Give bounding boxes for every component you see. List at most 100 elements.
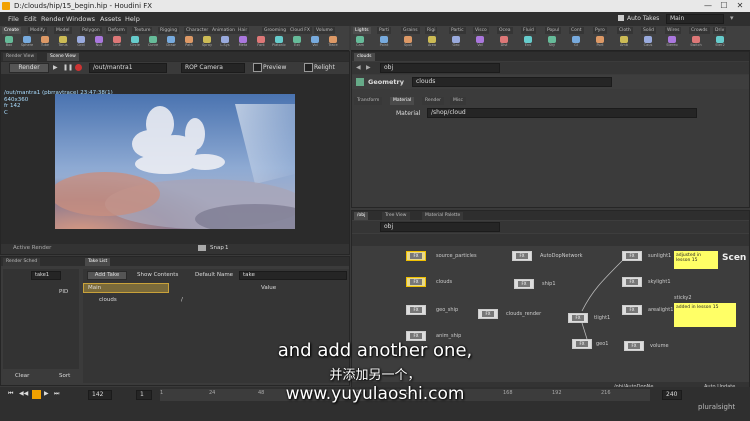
add-take-button[interactable]: Add Take: [87, 271, 127, 280]
menu-render[interactable]: Render: [41, 15, 64, 23]
node[interactable]: FX: [622, 277, 642, 287]
render-path-field[interactable]: /out/mantra1: [89, 63, 167, 73]
render-button[interactable]: Render: [9, 63, 49, 73]
shelf-tool[interactable]: Path: [182, 36, 196, 49]
shelf-tool[interactable]: Sphere: [20, 36, 34, 49]
shelf-tool[interactable]: Ext: [290, 36, 304, 49]
shelf-tab[interactable]: Pyro: [593, 27, 607, 34]
shelf-tool[interactable]: Draw: [164, 36, 178, 49]
shelf-tab[interactable]: Modify: [28, 27, 47, 34]
maximize-button[interactable]: ☐: [716, 1, 732, 11]
shelf-tool[interactable]: Box: [2, 36, 16, 49]
shelf-tool[interactable]: Geo: [449, 36, 463, 49]
camera-select[interactable]: ROP Camera: [181, 63, 245, 73]
shelf-tool[interactable]: L-Sys: [218, 36, 232, 49]
node[interactable]: FX: [406, 277, 426, 287]
shelf-tab[interactable]: Wires: [665, 27, 682, 34]
shelf-tab[interactable]: Animation: [210, 27, 237, 34]
shelf-tool[interactable]: Port: [593, 36, 607, 49]
stop-icon[interactable]: [75, 64, 82, 71]
shelf-tab[interactable]: Parti: [377, 27, 392, 34]
material-path-field[interactable]: /shop/cloud: [427, 108, 697, 118]
shelf-tool[interactable]: Caus: [641, 36, 655, 49]
shelf-tab[interactable]: Popul: [545, 27, 562, 34]
snap-value[interactable]: 1: [225, 245, 229, 251]
shelf-tab[interactable]: Hair: [236, 27, 250, 34]
tab-material[interactable]: Material: [390, 97, 415, 105]
close-button[interactable]: ✕: [732, 1, 748, 11]
shelf-tab[interactable]: Solid: [641, 27, 656, 34]
default-name-field[interactable]: take: [239, 271, 347, 280]
shelf-tab[interactable]: Crowds: [689, 27, 710, 34]
shelf-tool[interactable]: Area: [425, 36, 439, 49]
shelf-tool[interactable]: Trace: [326, 36, 340, 49]
shelf-tool[interactable]: Torus: [56, 36, 70, 49]
shelf-tool[interactable]: Amb: [617, 36, 631, 49]
shelf-tab[interactable]: Grooming: [262, 27, 289, 34]
node[interactable]: FX: [622, 251, 642, 261]
shelf-tab[interactable]: Texture: [132, 27, 153, 34]
show-contents-checkbox[interactable]: Show Contents: [137, 272, 178, 278]
pause-icon[interactable]: ❚❚: [63, 64, 73, 71]
tab-take-list[interactable]: Take List: [85, 258, 111, 266]
shelf-tool[interactable]: Vol: [473, 36, 487, 49]
shelf-tab[interactable]: Model: [54, 27, 72, 34]
back-icon[interactable]: ◀: [356, 64, 361, 71]
shelf-tab[interactable]: Partic: [449, 27, 466, 34]
tab-scene-view[interactable]: Scene View: [47, 53, 79, 61]
shelf-tool[interactable]: Line: [110, 36, 124, 49]
shelf-tool[interactable]: Circle: [128, 36, 142, 49]
tab-transform[interactable]: Transform: [354, 97, 383, 105]
play-icon[interactable]: ▶: [53, 64, 58, 71]
shelf-tool[interactable]: GI: [569, 36, 583, 49]
node[interactable]: FX: [406, 305, 426, 315]
shelf-tool[interactable]: Stereo: [665, 36, 679, 49]
shelf-tab[interactable]: Visco: [473, 27, 489, 34]
forward-icon[interactable]: ▶: [366, 64, 371, 71]
shelf-tab[interactable]: Grains: [401, 27, 420, 34]
shelf-tab[interactable]: Cont: [569, 27, 584, 34]
menu-windows[interactable]: Windows: [66, 15, 95, 23]
shelf-tool[interactable]: Env: [521, 36, 535, 49]
shelf-tool[interactable]: Null: [92, 36, 106, 49]
shelf-tab[interactable]: Lights: [353, 27, 371, 34]
shelf-tool[interactable]: Grid: [74, 36, 88, 49]
shelf-tool[interactable]: Spot: [401, 36, 415, 49]
tab-clouds[interactable]: clouds: [354, 53, 375, 61]
auto-takes-toggle[interactable]: Auto Takes: [627, 15, 659, 22]
shelf-tool[interactable]: Ster2: [713, 36, 727, 49]
shelf-tab[interactable]: Deform: [106, 27, 127, 34]
shelf-tool[interactable]: Curve: [146, 36, 160, 49]
desktop-select[interactable]: Main: [666, 14, 724, 24]
relight-checkbox[interactable]: [304, 63, 313, 72]
node[interactable]: FX: [568, 313, 588, 323]
shelf-tool[interactable]: Sky: [545, 36, 559, 49]
shelf-tool[interactable]: Meta: [236, 36, 250, 49]
node[interactable]: FX: [478, 309, 498, 319]
shelf-tab[interactable]: Cloud FX: [288, 27, 312, 34]
menu-assets[interactable]: Assets: [100, 15, 121, 23]
sticky-note[interactable]: adjusted in lesson 15: [674, 251, 718, 269]
node-name-field[interactable]: clouds: [412, 77, 612, 87]
shelf-tab[interactable]: Driv: [713, 27, 727, 34]
shelf-tab[interactable]: Ocea: [497, 27, 513, 34]
shelf-tool[interactable]: Cam: [353, 36, 367, 49]
shelf-tab[interactable]: Volume: [314, 27, 335, 34]
shelf-tool[interactable]: Point: [377, 36, 391, 49]
node[interactable]: FX: [512, 251, 532, 261]
take-row-clouds[interactable]: clouds: [99, 297, 117, 303]
shelf-tool[interactable]: Spray: [200, 36, 214, 49]
shelf-tool[interactable]: Tube: [38, 36, 52, 49]
tab-render-scheduler[interactable]: Render Sched: [3, 258, 41, 266]
node[interactable]: FX: [622, 305, 642, 315]
tab-render[interactable]: Render: [422, 97, 445, 105]
shelf-tab[interactable]: Cloth: [617, 27, 633, 34]
menu-edit[interactable]: Edit: [24, 15, 37, 23]
shelf-tab[interactable]: Fluid: [521, 27, 536, 34]
menu-help[interactable]: Help: [125, 15, 140, 23]
shelf-tool[interactable]: Font: [254, 36, 268, 49]
tab-render-view[interactable]: Render View: [3, 53, 38, 61]
shelf-tool[interactable]: Dist: [497, 36, 511, 49]
shelf-tab[interactable]: Rigging: [158, 27, 180, 34]
take-main-row[interactable]: Main: [83, 283, 169, 293]
